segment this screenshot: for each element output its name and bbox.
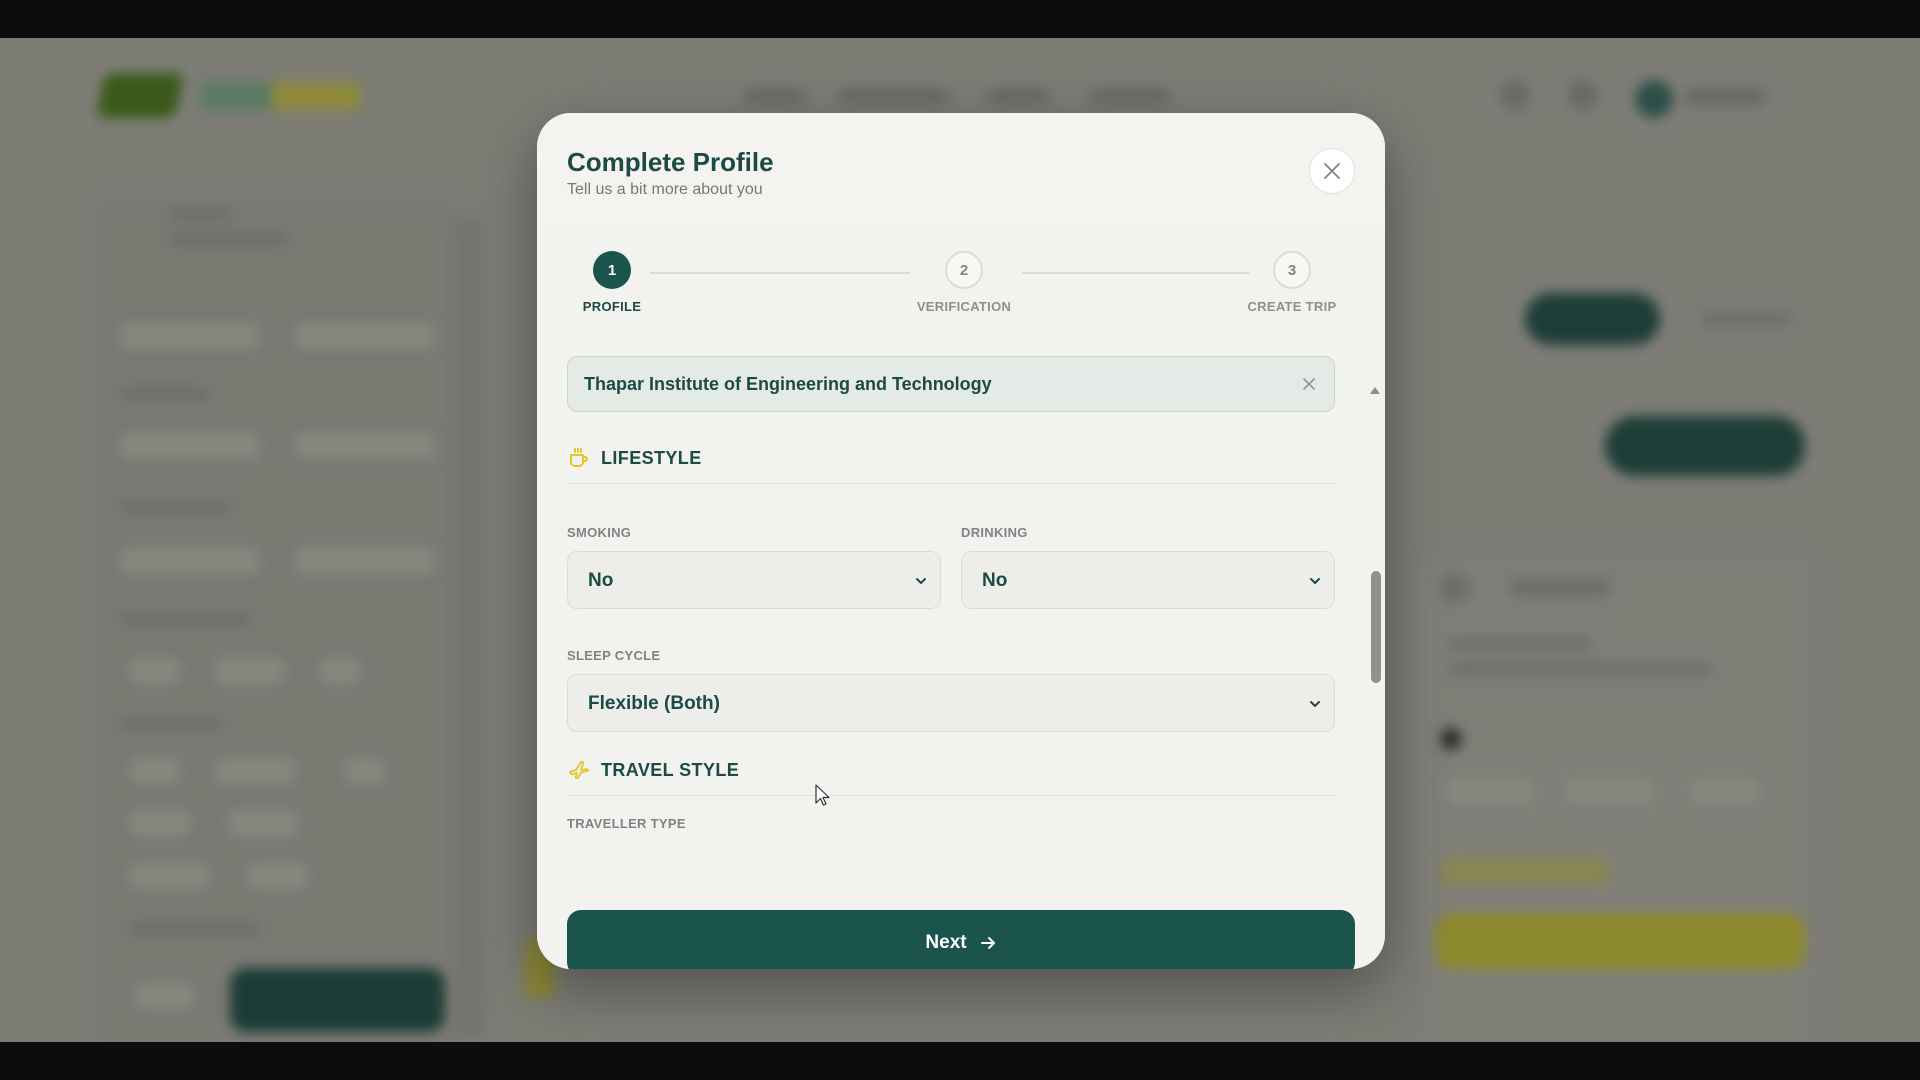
letterbox-top [0,0,1920,38]
drinking-select[interactable]: No [961,551,1335,609]
complete-profile-modal: Complete Profile Tell us a bit more abou… [537,113,1385,969]
blurred-chip [130,863,210,889]
sleep-cycle-select[interactable]: Flexible (Both) [567,674,1335,732]
blurred-apply-button [230,968,445,1032]
blurred-username [1685,88,1765,106]
step-label: VERIFICATION [916,299,1012,314]
blurred-card-text [1450,663,1710,675]
blurred-nav-item [1090,88,1170,104]
blurred-nav-item [838,88,948,104]
blurred-nav-item [988,88,1048,104]
step-number: 1 [593,251,631,289]
blurred-chip [130,658,180,684]
blurred-card-chip [1565,778,1655,804]
next-button[interactable]: Next [567,910,1355,969]
step-number: 2 [945,251,983,289]
scrollbar-thumb[interactable] [1371,571,1381,683]
airplane-icon [567,758,591,782]
app-background: Complete Profile Tell us a bit more abou… [0,38,1920,1042]
blurred-logo-text [200,82,360,110]
chevron-down-icon [916,578,926,584]
mouse-cursor-icon [815,784,830,806]
step-profile: 1 PROFILE [537,251,692,314]
blurred-divider [455,218,485,1038]
clear-icon[interactable] [1300,375,1318,393]
smoking-value: No [588,570,614,591]
blurred-field [295,548,435,574]
institution-field[interactable]: Thapar Institute of Engineering and Tech… [567,356,1335,412]
blurred-label [120,388,210,400]
drinking-label: DRINKING [961,525,1028,540]
blurred-card-avatar [1440,573,1470,603]
chevron-down-icon [1310,701,1320,707]
sleep-cycle-label: SLEEP CYCLE [567,648,661,663]
blurred-field [120,548,260,574]
blurred-label [120,613,250,625]
blurred-field [295,433,435,459]
close-button[interactable] [1309,148,1355,194]
coffee-cup-icon [567,446,591,470]
blurred-tab-pill [1525,293,1660,345]
travel-style-heading: TRAVEL STYLE [567,758,739,782]
next-button-label: Next [925,932,967,953]
blurred-field [295,323,435,349]
blurred-label [120,501,230,513]
lifestyle-heading: LIFESTYLE [567,446,702,470]
smoking-label: SMOKING [567,525,632,540]
traveller-type-label: TRAVELLER TYPE [567,816,686,831]
blurred-chip [215,758,295,784]
blurred-card-title [1510,578,1610,596]
step-verification: 2 VERIFICATION [884,251,1044,314]
blurred-chip [345,758,385,784]
blurred-message-icon [1568,80,1598,110]
drinking-value: No [982,570,1008,591]
step-label: CREATE TRIP [1247,299,1337,314]
blurred-chip [228,810,298,836]
letterbox-bottom [0,1042,1920,1080]
institution-value: Thapar Institute of Engineering and Tech… [584,374,992,394]
blurred-label [170,208,230,220]
blurred-nav-item [745,88,805,104]
blurred-label [130,923,260,935]
blurred-field [120,323,260,349]
sleep-cycle-value: Flexible (Both) [588,693,720,714]
step-number: 3 [1273,251,1311,289]
blurred-card-chip [1690,778,1760,804]
section-divider [567,483,1335,484]
blurred-chip [135,983,195,1009]
blurred-card-icon [1440,728,1462,750]
blurred-chip [215,658,285,684]
blurred-create-button [1605,416,1805,476]
blurred-chip [248,863,308,889]
blurred-card-chip [1445,778,1535,804]
arrow-right-icon [979,934,997,952]
chevron-down-icon [1310,578,1320,584]
modal-subtitle: Tell us a bit more about you [567,181,763,198]
blurred-bell-icon [1500,80,1530,110]
blurred-join-button [1435,913,1805,969]
smoking-select[interactable]: No [567,551,941,609]
blurred-label [120,718,220,730]
blurred-tab-label [1700,313,1790,325]
blurred-card-text [1450,638,1590,650]
blurred-card-accent [1440,858,1610,884]
modal-title: Complete Profile [567,147,774,177]
step-create-trip: 3 CREATE TRIP [1212,251,1372,314]
blurred-avatar [1635,80,1673,118]
close-icon [1324,163,1340,179]
blurred-chip [130,810,190,836]
blurred-chip [130,758,180,784]
blurred-label [170,233,290,245]
step-label: PROFILE [582,299,642,314]
modal-header: Complete Profile Tell us a bit more abou… [537,113,1385,230]
travel-style-heading-text: TRAVEL STYLE [601,759,740,780]
scroll-up-arrow-icon[interactable] [1369,385,1381,395]
form-scroll-area[interactable]: Thapar Institute of Engineering and Tech… [537,339,1385,841]
section-divider [567,795,1335,796]
blurred-logo [96,73,184,118]
blurred-chip [320,658,360,684]
blurred-field [120,433,260,459]
lifestyle-heading-text: LIFESTYLE [601,447,702,468]
